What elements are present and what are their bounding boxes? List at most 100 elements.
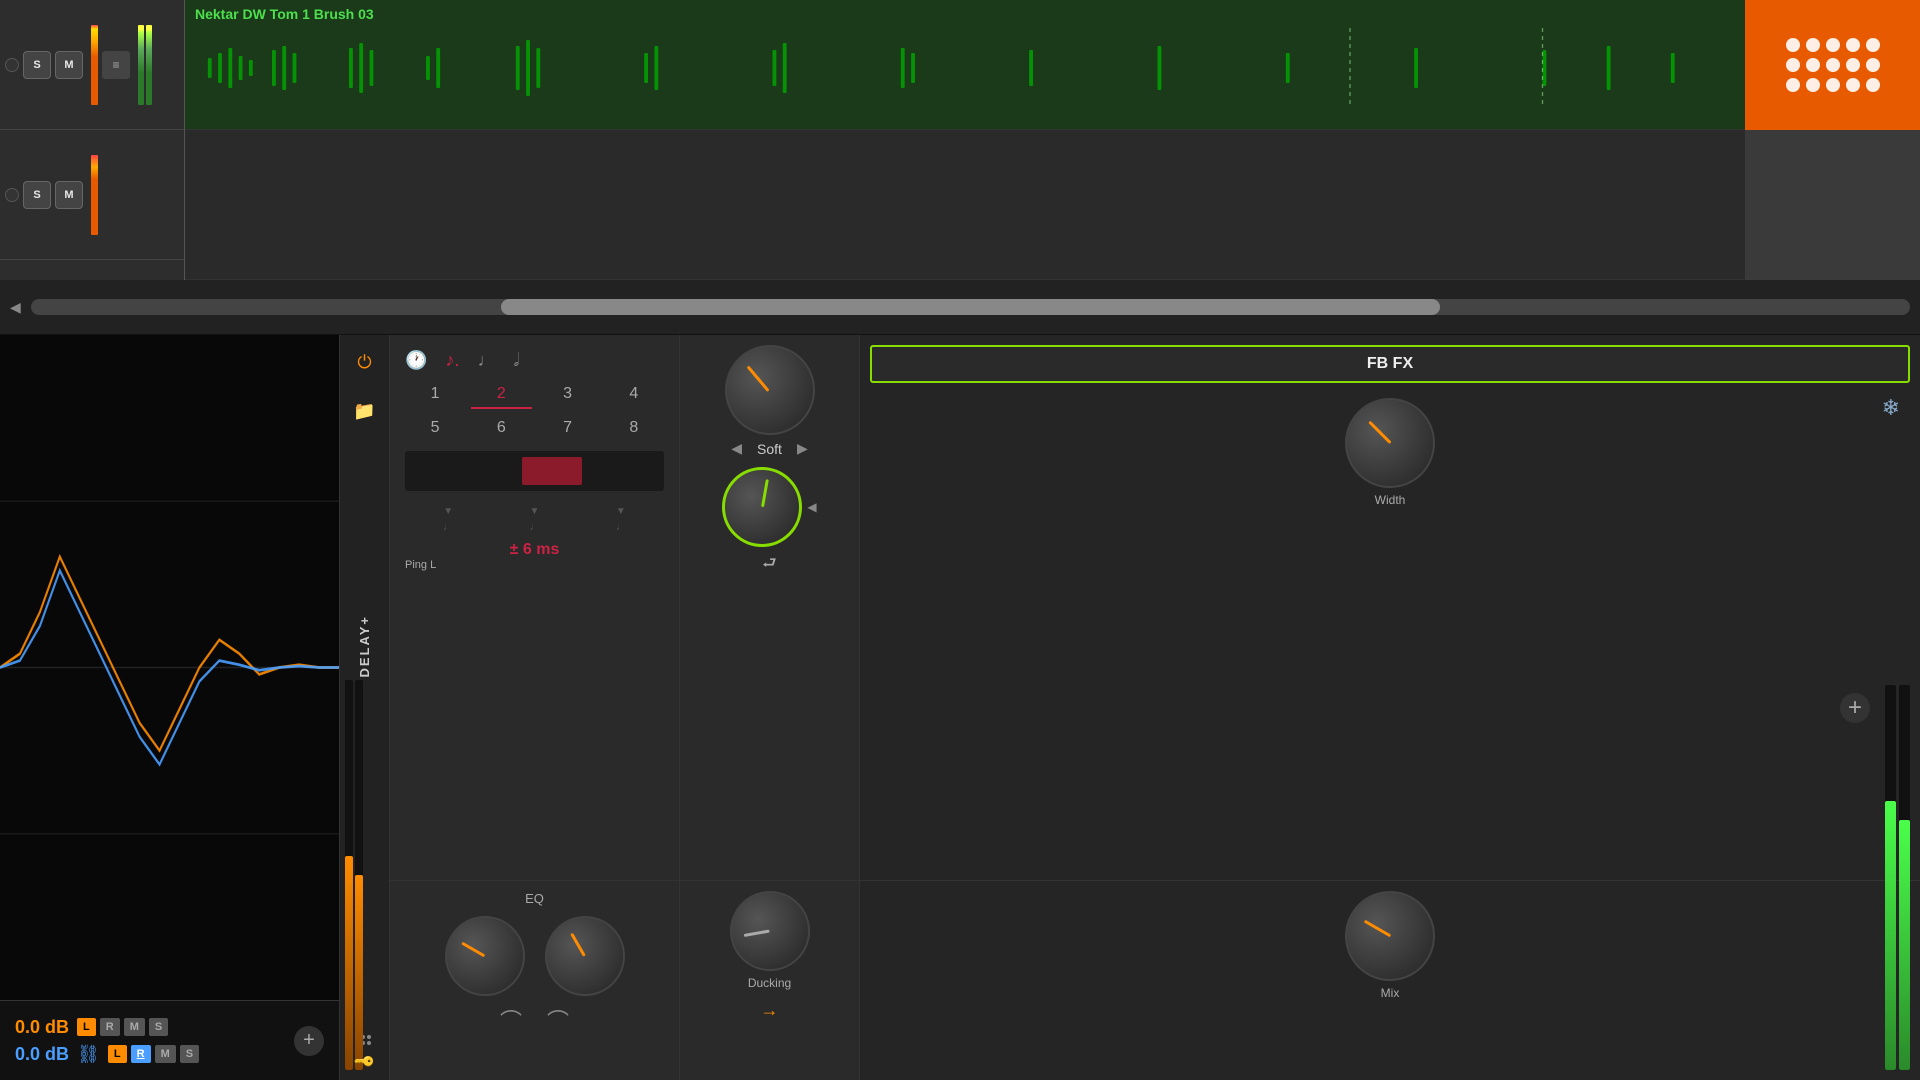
- ping-label: Ping L: [405, 559, 664, 576]
- plugin-name-label: DELAY+: [357, 615, 372, 677]
- delay-time-value: ± 6 ms: [405, 541, 664, 559]
- fbfx-section: FB FX ❄ Width: [860, 335, 1920, 880]
- grid-numbers: 1 2 3 4 5 6 7 8: [405, 381, 664, 441]
- eq-section: EQ ⌒: [390, 881, 680, 1080]
- grid-num-7[interactable]: 7: [538, 415, 598, 441]
- grid-num-8[interactable]: 8: [604, 415, 664, 441]
- mix-section: Mix: [860, 881, 1920, 1080]
- power-btn[interactable]: ⏻: [348, 345, 382, 379]
- delay-arrow-2: ▼: [530, 506, 540, 517]
- freeze-btn[interactable]: ❄: [1882, 395, 1900, 421]
- eq-lowcut-icon[interactable]: ⌒: [500, 1004, 522, 1036]
- meter-left-2: [355, 680, 363, 1070]
- grid-num-3[interactable]: 3: [538, 381, 598, 409]
- delay-bar-fill: [522, 457, 582, 485]
- ducking-arrow-icon: →: [761, 1000, 779, 1021]
- eq-high-knob[interactable]: [545, 916, 625, 996]
- soft-label: Soft: [757, 441, 782, 457]
- eq-knob1-group: [445, 916, 525, 996]
- btn-M-orange[interactable]: M: [124, 1018, 145, 1036]
- delay-arrow-3: ▼: [616, 506, 626, 517]
- right-meter-2: [1899, 685, 1910, 1070]
- track1-mute-btn[interactable]: M: [55, 51, 83, 79]
- btn-S-blue[interactable]: S: [180, 1045, 199, 1063]
- track1-name: Nektar DW Tom 1 Brush 03: [185, 0, 1745, 28]
- analyzer-canvas: [0, 335, 339, 1000]
- knob-trim-arrow[interactable]: ◀: [807, 500, 816, 514]
- track1-menu-btn[interactable]: ≡: [102, 51, 130, 79]
- link-btn[interactable]: ⛓: [77, 1044, 100, 1065]
- btn-M-blue[interactable]: M: [155, 1045, 176, 1063]
- delay-position-arrows: ▼ ▼ ▼: [405, 506, 664, 517]
- grid-num-6[interactable]: 6: [471, 415, 531, 441]
- scrollbar-track[interactable]: [31, 299, 1910, 315]
- btn-L-orange[interactable]: L: [77, 1018, 96, 1036]
- plugin-main-area: 🕐 ♪. ♩ 𝅗𝅥 1 2 3 4 5 6 7 8: [390, 335, 1920, 1080]
- grid-num-4[interactable]: 4: [604, 381, 664, 409]
- grid-num-1[interactable]: 1: [405, 381, 465, 409]
- soft-next-btn[interactable]: ▶: [797, 440, 808, 457]
- waveform-display: [185, 28, 1745, 118]
- eq-highcut-icon[interactable]: ⌒: [547, 1004, 569, 1036]
- track2-led[interactable]: [5, 188, 19, 202]
- grid-num-2[interactable]: 2: [471, 381, 531, 409]
- eq-ducking-row: EQ ⌒: [390, 880, 1920, 1080]
- analyzer-panel: 0.0 dB L R M S 0.0 dB ⛓ L R M S: [0, 335, 340, 1080]
- ducking-section: Ducking →: [680, 881, 860, 1080]
- note-dotted-icon[interactable]: ♪.: [445, 350, 459, 371]
- blue-db-value: 0.0 dB: [15, 1044, 69, 1065]
- grid-num-5[interactable]: 5: [405, 415, 465, 441]
- note-type-icons: 🕐 ♪. ♩ 𝅗𝅥: [405, 350, 664, 371]
- daw-top-area: S M ≡ S M Nektar DW Tom 1 Brush 03: [0, 0, 1920, 280]
- track2-solo-btn[interactable]: S: [23, 181, 51, 209]
- delay-bar[interactable]: [405, 451, 664, 491]
- delay-note-marks: ♩ ♩ ♩: [405, 522, 664, 533]
- add-right-btn[interactable]: +: [1840, 693, 1870, 723]
- loop-return-icon[interactable]: ⮐: [762, 552, 776, 579]
- right-meters-area: [1885, 675, 1910, 1080]
- delay-arrow-1: ▼: [443, 506, 453, 517]
- btn-S-orange[interactable]: S: [149, 1018, 168, 1036]
- soft-nav: ◀ Soft ▶: [731, 440, 807, 457]
- ducking-knob[interactable]: [730, 891, 810, 971]
- feedback-knob[interactable]: [722, 467, 802, 547]
- track1-led[interactable]: [5, 58, 19, 72]
- eq-curve-icons: ⌒ ⌒: [500, 1004, 569, 1036]
- fbfx-title: FB FX: [1367, 355, 1413, 373]
- folder-btn[interactable]: 📁: [348, 394, 382, 428]
- scroll-left-arrow[interactable]: ◀: [10, 299, 21, 316]
- mix-knob[interactable]: [1345, 891, 1435, 981]
- scrollbar-thumb[interactable]: [501, 299, 1441, 315]
- add-plugin-btn[interactable]: +: [294, 1026, 324, 1056]
- soft-main-knob[interactable]: [725, 345, 815, 435]
- width-knob[interactable]: [1345, 398, 1435, 488]
- width-label: Width: [1375, 493, 1406, 507]
- note-eighth-icon[interactable]: ♩: [477, 350, 495, 371]
- track-row-1: S M ≡: [0, 0, 184, 130]
- orange-db-value: 0.0 dB: [15, 1017, 69, 1038]
- eq-low-knob[interactable]: [445, 916, 525, 996]
- btn-R-blue[interactable]: R: [131, 1045, 151, 1063]
- track1-solo-btn[interactable]: S: [23, 51, 51, 79]
- delay-section: 🕐 ♪. ♩ 𝅗𝅥 1 2 3 4 5 6 7 8: [390, 335, 1920, 880]
- clock-icon[interactable]: 🕐: [405, 350, 427, 371]
- eq-title: EQ: [525, 891, 544, 906]
- bottom-area: 0.0 dB L R M S 0.0 dB ⛓ L R M S: [0, 335, 1920, 1080]
- btn-L-blue[interactable]: L: [108, 1045, 127, 1063]
- scrollbar-area: ◀: [0, 280, 1920, 335]
- right-meter-1: [1885, 685, 1896, 1070]
- orange-channel-btns: L R M S: [77, 1018, 168, 1036]
- side-meters-left: [345, 670, 363, 1080]
- green-knob-row: ◀: [722, 467, 816, 547]
- track2-mute-btn[interactable]: M: [55, 181, 83, 209]
- eq-knob2-group: [545, 916, 625, 996]
- blue-channel-btns: L R M S: [108, 1045, 199, 1063]
- track-controls: S M ≡ S M: [0, 0, 185, 280]
- fbfx-header-btn[interactable]: FB FX: [870, 345, 1910, 383]
- btn-R-orange[interactable]: R: [100, 1018, 120, 1036]
- meter-left-1: [345, 680, 353, 1070]
- analyzer-bottom: 0.0 dB L R M S 0.0 dB ⛓ L R M S: [0, 1000, 339, 1080]
- track2-area: [185, 130, 1745, 280]
- soft-prev-btn[interactable]: ◀: [731, 440, 742, 457]
- note-quarter-icon[interactable]: 𝅗𝅥: [513, 350, 519, 371]
